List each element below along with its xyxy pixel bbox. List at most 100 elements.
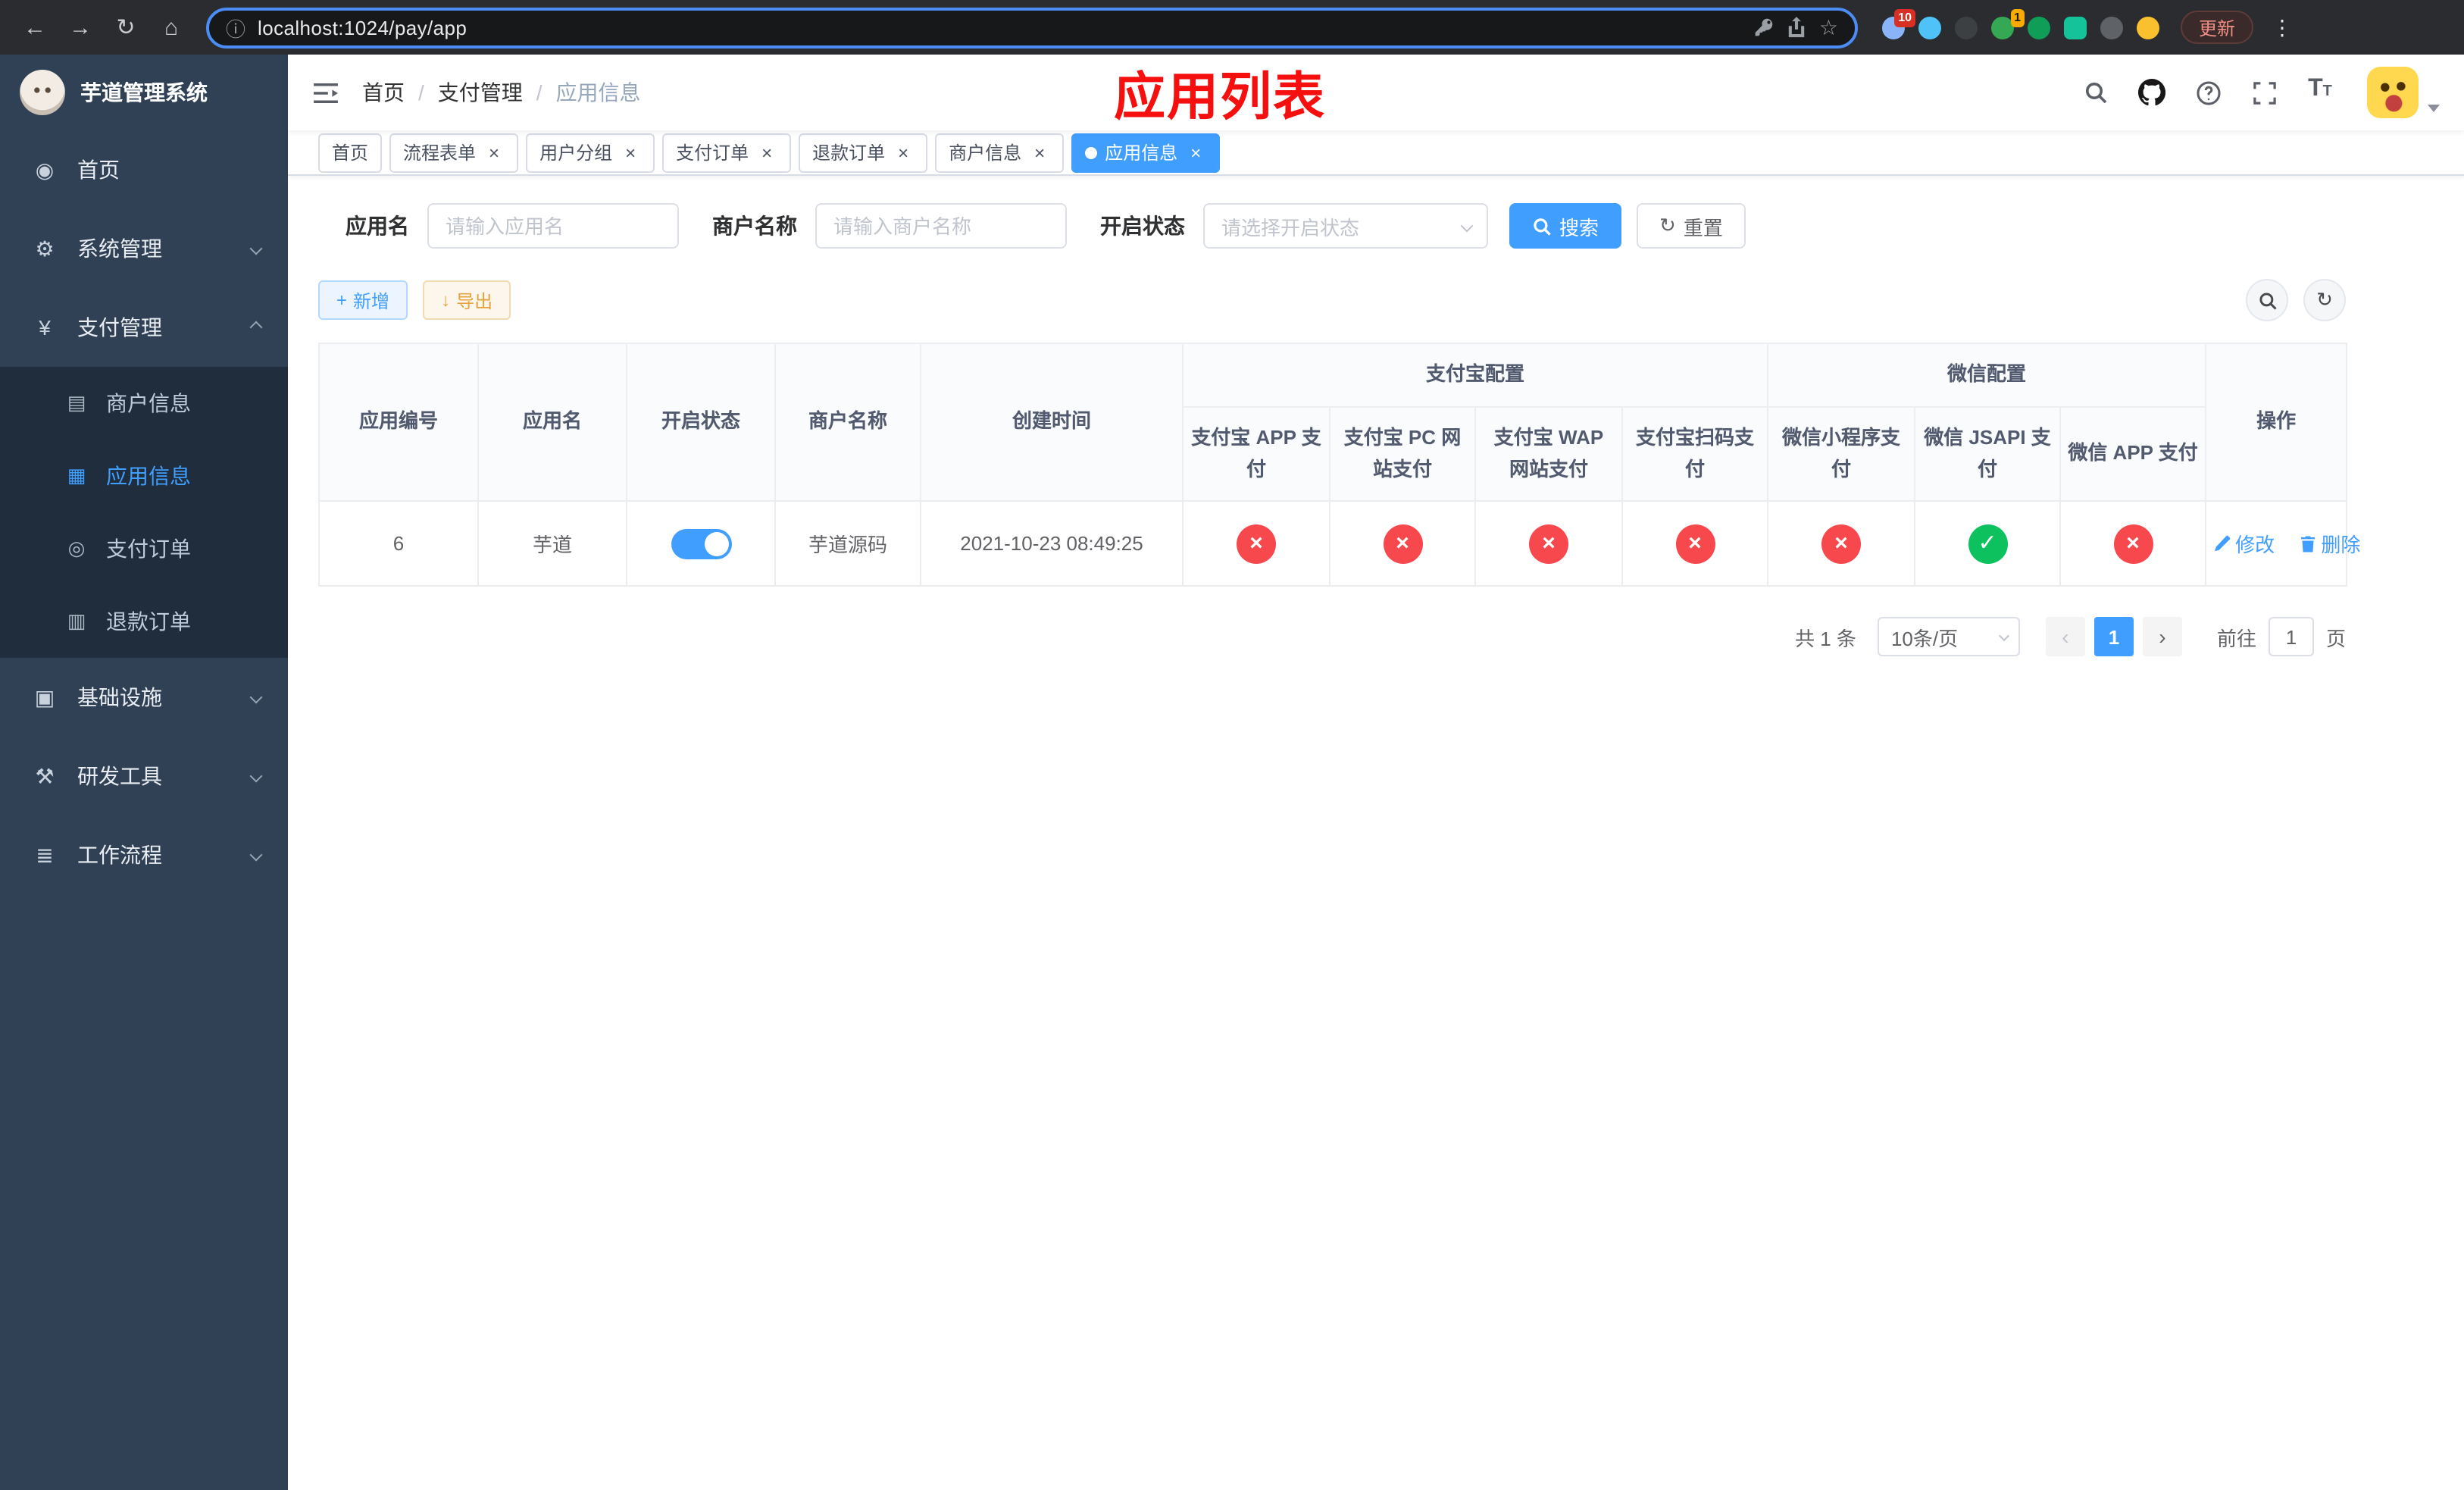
close-icon[interactable]: × <box>1029 142 1050 163</box>
page-size-select[interactable]: 10条/页 <box>1877 617 2020 657</box>
extension-square-icon[interactable] <box>2064 16 2087 39</box>
sidebar-collapse-icon[interactable] <box>312 81 339 104</box>
pagination-total: 共 1 条 <box>1795 627 1856 650</box>
toggle-search-icon[interactable] <box>2246 279 2288 321</box>
site-info-icon[interactable]: ⓘ <box>226 13 245 42</box>
sidebar-item-label: 基础设施 <box>77 685 162 709</box>
page-content: 应用名 商户名称 开启状态 请选择开启状态 搜索 ↻ 重置 <box>288 176 2464 1490</box>
top-navbar: 首页 支付管理 应用信息 应用列表 <box>288 55 2464 130</box>
column-header-alipay-wap: 支付宝 WAP 网站支付 <box>1474 405 1623 502</box>
sidebar-item-label: 首页 <box>77 158 120 182</box>
help-icon[interactable] <box>2193 76 2223 109</box>
extension-green-badge-icon[interactable]: 1 <box>1991 8 2025 39</box>
search-button[interactable]: 搜索 <box>1509 203 1622 249</box>
delete-link[interactable]: 删除 <box>2298 530 2360 559</box>
sidebar-item-workflow[interactable]: ≣ 工作流程 <box>0 815 288 894</box>
tab-home[interactable]: 首页 <box>318 133 383 172</box>
refresh-icon: ↻ <box>1659 214 1676 236</box>
page-size-value: 10条/页 <box>1890 627 1959 650</box>
sidebar-item-merchant-info[interactable]: ▤ 商户信息 <box>0 367 288 440</box>
breadcrumb-app-info: 应用信息 <box>523 77 641 108</box>
sidebar-item-refund-order[interactable]: ▥ 退款订单 <box>0 585 288 658</box>
pagination-goto: 前往 页 <box>2217 617 2346 657</box>
tab-label: 退款订单 <box>812 142 886 164</box>
chevron-down-icon <box>249 242 263 255</box>
browser-forward-icon[interactable]: → <box>61 8 100 47</box>
export-button[interactable]: ↓ 导出 <box>423 280 511 320</box>
close-icon[interactable]: × <box>756 142 777 163</box>
user-menu[interactable] <box>2367 67 2440 118</box>
column-header-wx-lite: 微信小程序支付 <box>1767 405 1916 502</box>
address-bar[interactable]: ⓘ localhost:1024/pay/app ☆ <box>206 7 1858 48</box>
browser-reload-icon[interactable]: ↻ <box>106 8 145 47</box>
app-name-input[interactable] <box>427 203 679 249</box>
refresh-table-icon[interactable]: ↻ <box>2303 279 2346 321</box>
sidebar-item-infrastructure[interactable]: ▣ 基础设施 <box>0 658 288 737</box>
goto-page-input[interactable] <box>2268 617 2314 657</box>
column-header-merchant: 商户名称 <box>774 342 921 502</box>
cell-created: 2021-10-23 08:49:25 <box>920 500 1184 587</box>
browser-home-icon[interactable]: ⌂ <box>152 8 191 47</box>
page-1-button[interactable]: 1 <box>2093 617 2134 657</box>
chevron-down-icon <box>249 690 263 704</box>
sidebar-item-app-info[interactable]: ▦ 应用信息 <box>0 440 288 512</box>
close-icon[interactable]: × <box>620 142 641 163</box>
merchant-name-input[interactable] <box>815 203 1067 249</box>
sidebar-item-dev-tools[interactable]: ⚒ 研发工具 <box>0 737 288 815</box>
wx-app-status-icon: × <box>2113 524 2153 564</box>
cell-wx-app: × <box>2059 500 2207 587</box>
tab-pay-order[interactable]: 支付订单 × <box>662 133 792 172</box>
tab-refund-order[interactable]: 退款订单 × <box>799 133 928 172</box>
close-icon[interactable]: × <box>1185 142 1206 163</box>
tab-app-info[interactable]: 应用信息 × <box>1071 133 1221 172</box>
tab-label: 流程表单 <box>403 142 477 164</box>
cell-alipay-wap: × <box>1474 500 1623 587</box>
close-icon[interactable]: × <box>893 142 914 163</box>
extension-emoji-icon[interactable] <box>2137 16 2159 39</box>
edit-link[interactable]: 修改 <box>2212 530 2275 559</box>
column-group-wechat: 微信配置 <box>1767 343 2207 408</box>
breadcrumb-payment[interactable]: 支付管理 <box>405 77 523 108</box>
cell-merchant: 芋道源码 <box>774 500 921 587</box>
fullscreen-icon[interactable] <box>2249 76 2279 109</box>
next-page-button[interactable]: › <box>2142 617 2182 657</box>
sidebar-item-pay-order[interactable]: ◎ 支付订单 <box>0 512 288 585</box>
extensions-puzzle-icon[interactable]: 10 <box>1882 8 1915 39</box>
prev-page-button[interactable]: ‹ <box>2045 617 2085 657</box>
close-icon[interactable]: × <box>483 142 505 163</box>
extension-pin-icon[interactable] <box>2100 16 2123 39</box>
table-row: 6 芋道 芋道源码 2021-10-23 08:49:25 × × × × × … <box>318 500 2360 587</box>
extension-green-icon[interactable] <box>2028 16 2050 39</box>
column-header-alipay-pc: 支付宝 PC 网站支付 <box>1329 405 1476 502</box>
password-key-icon[interactable] <box>1754 17 1775 38</box>
extension-drop-icon[interactable] <box>1918 16 1941 39</box>
font-size-icon[interactable]: TT <box>2305 76 2335 109</box>
sidebar-item-system[interactable]: ⚙ 系统管理 <box>0 209 288 288</box>
app-logo-row[interactable]: 芋道管理系统 <box>0 55 288 130</box>
browser-back-icon[interactable]: ← <box>15 8 55 47</box>
status-toggle[interactable] <box>671 528 731 559</box>
tab-label: 商户信息 <box>949 142 1022 164</box>
tab-merchant-info[interactable]: 商户信息 × <box>935 133 1065 172</box>
chevron-down-icon <box>2428 105 2440 112</box>
share-icon[interactable] <box>1787 16 1807 39</box>
tools-icon: ⚒ <box>35 763 55 787</box>
tab-label: 支付订单 <box>676 142 749 164</box>
column-header-actions: 操作 <box>2205 342 2348 502</box>
browser-update-button[interactable]: 更新 <box>2181 11 2254 44</box>
browser-menu-icon[interactable]: ⋮ <box>2272 14 2293 40</box>
tab-user-group[interactable]: 用户分组 × <box>526 133 655 172</box>
sidebar-item-payment[interactable]: ¥ 支付管理 <box>0 288 288 367</box>
add-button[interactable]: + 新增 <box>318 280 408 320</box>
sidebar-item-home[interactable]: ◉ 首页 <box>0 130 288 209</box>
github-icon[interactable] <box>2137 76 2167 109</box>
tab-process-form[interactable]: 流程表单 × <box>389 133 519 172</box>
payment-submenu: ▤ 商户信息 ▦ 应用信息 ◎ 支付订单 ▥ 退款订单 <box>0 367 288 658</box>
status-select[interactable]: 请选择开启状态 <box>1203 203 1488 249</box>
breadcrumb-home[interactable]: 首页 <box>362 77 405 108</box>
search-icon[interactable] <box>2081 76 2111 109</box>
extension-dark-icon[interactable] <box>1955 16 1978 39</box>
search-button-label: 搜索 <box>1559 216 1599 239</box>
bookmark-star-icon[interactable]: ☆ <box>1819 14 1838 40</box>
reset-button[interactable]: ↻ 重置 <box>1637 203 1746 249</box>
